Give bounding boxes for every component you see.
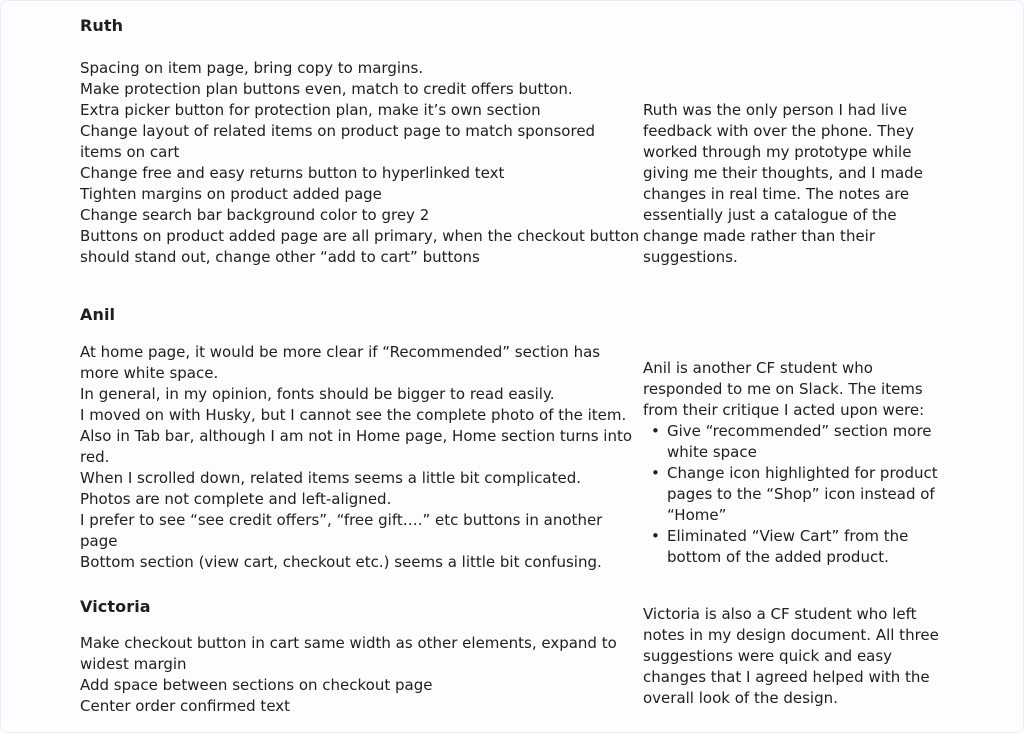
note-item: Extra picker button for protection plan,… (80, 101, 541, 119)
summary-bullet: Change icon highlighted for product page… (651, 463, 948, 526)
note-item: Center order confirmed text (80, 697, 291, 715)
feedback-notes-list: Spacing on item page, bring copy to marg… (80, 58, 640, 268)
summary-bullet: Eliminated “View Cart” from the bottom o… (651, 526, 948, 568)
summary-bullet: Give “recommended” section more white sp… (651, 421, 948, 463)
note-item: Change search bar background color to gr… (80, 206, 430, 224)
feedback-notes-list: Make checkout button in cart same width … (80, 633, 640, 717)
note-item: Make checkout button in cart same width … (80, 634, 617, 673)
summary-text: Victoria is also a CF student who left n… (643, 605, 939, 707)
note-item: Make protection plan buttons even, match… (80, 80, 573, 98)
reviewer-summary: Anil is another CF student who responded… (643, 358, 948, 568)
reviewer-summary: Victoria is also a CF student who left n… (643, 604, 948, 709)
note-item: I prefer to see “see credit offers”, “fr… (80, 511, 603, 550)
note-item: Change free and easy returns button to h… (80, 164, 505, 182)
reviewer-name: Anil (80, 305, 116, 324)
reviewer-name: Victoria (80, 597, 151, 616)
note-item: Tighten margins on product added page (80, 185, 382, 203)
summary-bullet-list: Give “recommended” section more white sp… (643, 421, 948, 568)
reviewer-name: Ruth (80, 16, 124, 35)
note-item: Photos are not complete and left-aligned… (80, 490, 392, 508)
note-item: In general, in my opinion, fonts should … (80, 385, 555, 403)
summary-text: Anil is another CF student who responded… (643, 359, 925, 419)
note-item: Also in Tab bar, although I am not in Ho… (80, 427, 633, 466)
note-item: I moved on with Husky, but I cannot see … (80, 406, 627, 424)
reviewer-summary: Ruth was the only person I had live feed… (643, 100, 948, 268)
note-item: Change layout of related items on produc… (80, 122, 596, 161)
feedback-notes-list: At home page, it would be more clear if … (80, 342, 640, 573)
note-item: When I scrolled down, related items seem… (80, 469, 582, 487)
summary-text: Ruth was the only person I had live feed… (643, 101, 923, 266)
note-item: Buttons on product added page are all pr… (80, 227, 640, 266)
note-item: Spacing on item page, bring copy to marg… (80, 59, 424, 77)
note-item: Bottom section (view cart, checkout etc.… (80, 553, 602, 571)
note-item: At home page, it would be more clear if … (80, 343, 601, 382)
note-item: Add space between sections on checkout p… (80, 676, 433, 694)
